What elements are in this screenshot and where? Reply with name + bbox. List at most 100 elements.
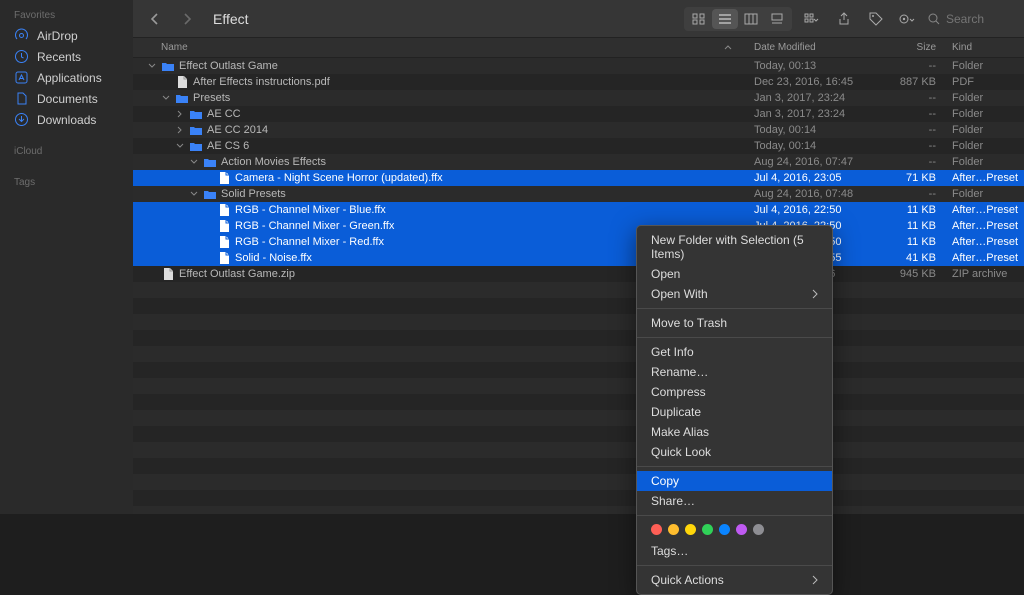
menu-item-duplicate[interactable]: Duplicate (637, 402, 832, 422)
file-row[interactable]: AE CC 2014Today, 00:14--Folder (133, 122, 1024, 138)
file-row[interactable]: After Effects instructions.pdf Dec 23, 20… (133, 74, 1024, 90)
menu-item-compress[interactable]: Compress (637, 382, 832, 402)
file-size: 41 KB (874, 252, 944, 264)
file-row[interactable]: AE CCJan 3, 2017, 23:24--Folder (133, 106, 1024, 122)
sidebar-heading-favorites: Favorites (0, 8, 133, 25)
share-button[interactable] (832, 9, 856, 29)
column-header-row: Name Date Modified Size Kind (133, 38, 1024, 58)
menu-item-get-info[interactable]: Get Info (637, 342, 832, 362)
menu-item-open[interactable]: Open (637, 264, 832, 284)
column-header-kind[interactable]: Kind (944, 42, 1024, 53)
file-row[interactable]: Effect Outlast Game.zipYesterday, 23:569… (133, 266, 1024, 282)
menu-item-label: Quick Actions (651, 573, 724, 587)
file-date: Jul 4, 2016, 23:05 (746, 172, 874, 184)
chevron-down-icon[interactable] (189, 157, 199, 167)
menu-item-label: Rename… (651, 365, 708, 379)
tag-color-row (637, 520, 832, 541)
tag-color-dot[interactable] (719, 524, 730, 535)
empty-row (133, 314, 1024, 330)
search-field[interactable] (928, 12, 1014, 26)
tag-color-dot[interactable] (702, 524, 713, 535)
sidebar-heading-icloud: iCloud (0, 144, 133, 161)
tag-color-dot[interactable] (753, 524, 764, 535)
menu-item-copy[interactable]: Copy (637, 471, 832, 491)
chevron-right-icon[interactable] (175, 109, 185, 119)
chevron-down-icon[interactable] (189, 189, 199, 199)
menu-item-tags[interactable]: Tags… (637, 541, 832, 561)
empty-row (133, 458, 1024, 474)
file-date: Aug 24, 2016, 07:48 (746, 188, 874, 200)
menu-item-share[interactable]: Share… (637, 491, 832, 511)
tag-color-dot[interactable] (685, 524, 696, 535)
sidebar-heading-tags: Tags (0, 175, 133, 192)
view-icon-button[interactable] (686, 9, 712, 29)
file-row[interactable]: Effect Outlast GameToday, 00:13--Folder (133, 58, 1024, 74)
file-date: Today, 00:14 (746, 124, 874, 136)
file-name: Action Movies Effects (221, 156, 326, 168)
file-icon (217, 171, 231, 185)
action-button[interactable] (896, 9, 920, 29)
column-header-date[interactable]: Date Modified (746, 42, 874, 53)
group-button[interactable] (800, 9, 824, 29)
folder-icon (203, 155, 217, 169)
chevron-down-icon[interactable] (175, 141, 185, 151)
column-header-size[interactable]: Size (874, 42, 944, 53)
file-kind: Folder (944, 60, 1024, 72)
menu-item-label: Get Info (651, 345, 694, 359)
file-date: Jan 3, 2017, 23:24 (746, 108, 874, 120)
sidebar-item-documents[interactable]: Documents (0, 88, 133, 109)
tag-color-dot[interactable] (668, 524, 679, 535)
context-menu: New Folder with Selection (5 Items) Open O… (636, 225, 833, 595)
file-date: Dec 23, 2016, 16:45 (746, 76, 874, 88)
menu-item-quick-actions[interactable]: Quick Actions (637, 570, 832, 590)
column-header-name[interactable]: Name (133, 42, 746, 53)
folder-icon (203, 187, 217, 201)
disclosure-spacer (147, 269, 157, 279)
file-row[interactable]: RGB - Channel Mixer - Green.ffxJul 4, 20… (133, 218, 1024, 234)
file-size: -- (874, 140, 944, 152)
search-input[interactable] (946, 12, 1006, 26)
file-tree[interactable]: Effect Outlast GameToday, 00:13--FolderA… (133, 58, 1024, 514)
file-name: Solid Presets (221, 188, 286, 200)
chevron-down-icon[interactable] (147, 61, 157, 71)
menu-item-new-folder-with-selection-5-items[interactable]: New Folder with Selection (5 Items) (637, 230, 832, 264)
chevron-down-icon[interactable] (161, 93, 171, 103)
file-name: RGB - Channel Mixer - Green.ffx (235, 220, 394, 232)
sidebar-item-airdrop[interactable]: AirDrop (0, 25, 133, 46)
tags-button[interactable] (864, 9, 888, 29)
file-row[interactable]: AE CS 6Today, 00:14--Folder (133, 138, 1024, 154)
menu-item-make-alias[interactable]: Make Alias (637, 422, 832, 442)
sidebar: Favorites AirDropRecentsApplicationsDocu… (0, 0, 133, 514)
file-row[interactable]: PresetsJan 3, 2017, 23:24--Folder (133, 90, 1024, 106)
empty-row (133, 442, 1024, 458)
chevron-right-icon[interactable] (175, 125, 185, 135)
forward-button[interactable] (175, 9, 199, 29)
menu-item-open-with[interactable]: Open With (637, 284, 832, 304)
menu-item-label: Make Alias (651, 425, 709, 439)
menu-item-label: Quick Look (651, 445, 711, 459)
file-name: After Effects instructions.pdf (193, 76, 330, 88)
sidebar-item-applications[interactable]: Applications (0, 67, 133, 88)
menu-item-quick-look[interactable]: Quick Look (637, 442, 832, 462)
view-gallery-button[interactable] (764, 9, 790, 29)
sidebar-item-downloads[interactable]: Downloads (0, 109, 133, 130)
view-column-button[interactable] (738, 9, 764, 29)
chevron-right-icon (812, 289, 818, 299)
back-button[interactable] (143, 9, 167, 29)
file-row[interactable]: Action Movies EffectsAug 24, 2016, 07:47… (133, 154, 1024, 170)
file-kind: Folder (944, 108, 1024, 120)
file-row[interactable]: Camera - Night Scene Horror (updated).ff… (133, 170, 1024, 186)
file-row[interactable]: RGB - Channel Mixer - Red.ffxJul 4, 2016… (133, 234, 1024, 250)
sidebar-item-recents[interactable]: Recents (0, 46, 133, 67)
view-list-button[interactable] (712, 9, 738, 29)
file-row[interactable]: Solid PresetsAug 24, 2016, 07:48--Folder (133, 186, 1024, 202)
menu-item-label: Open (651, 267, 680, 281)
file-row[interactable]: RGB - Channel Mixer - Blue.ffxJul 4, 201… (133, 202, 1024, 218)
tag-color-dot[interactable] (651, 524, 662, 535)
file-icon (217, 219, 231, 233)
empty-row (133, 426, 1024, 442)
menu-item-rename[interactable]: Rename… (637, 362, 832, 382)
menu-item-move-to-trash[interactable]: Move to Trash (637, 313, 832, 333)
file-row[interactable]: Solid - Noise.ffxJul 4, 2016, 22:5541 KB… (133, 250, 1024, 266)
tag-color-dot[interactable] (736, 524, 747, 535)
